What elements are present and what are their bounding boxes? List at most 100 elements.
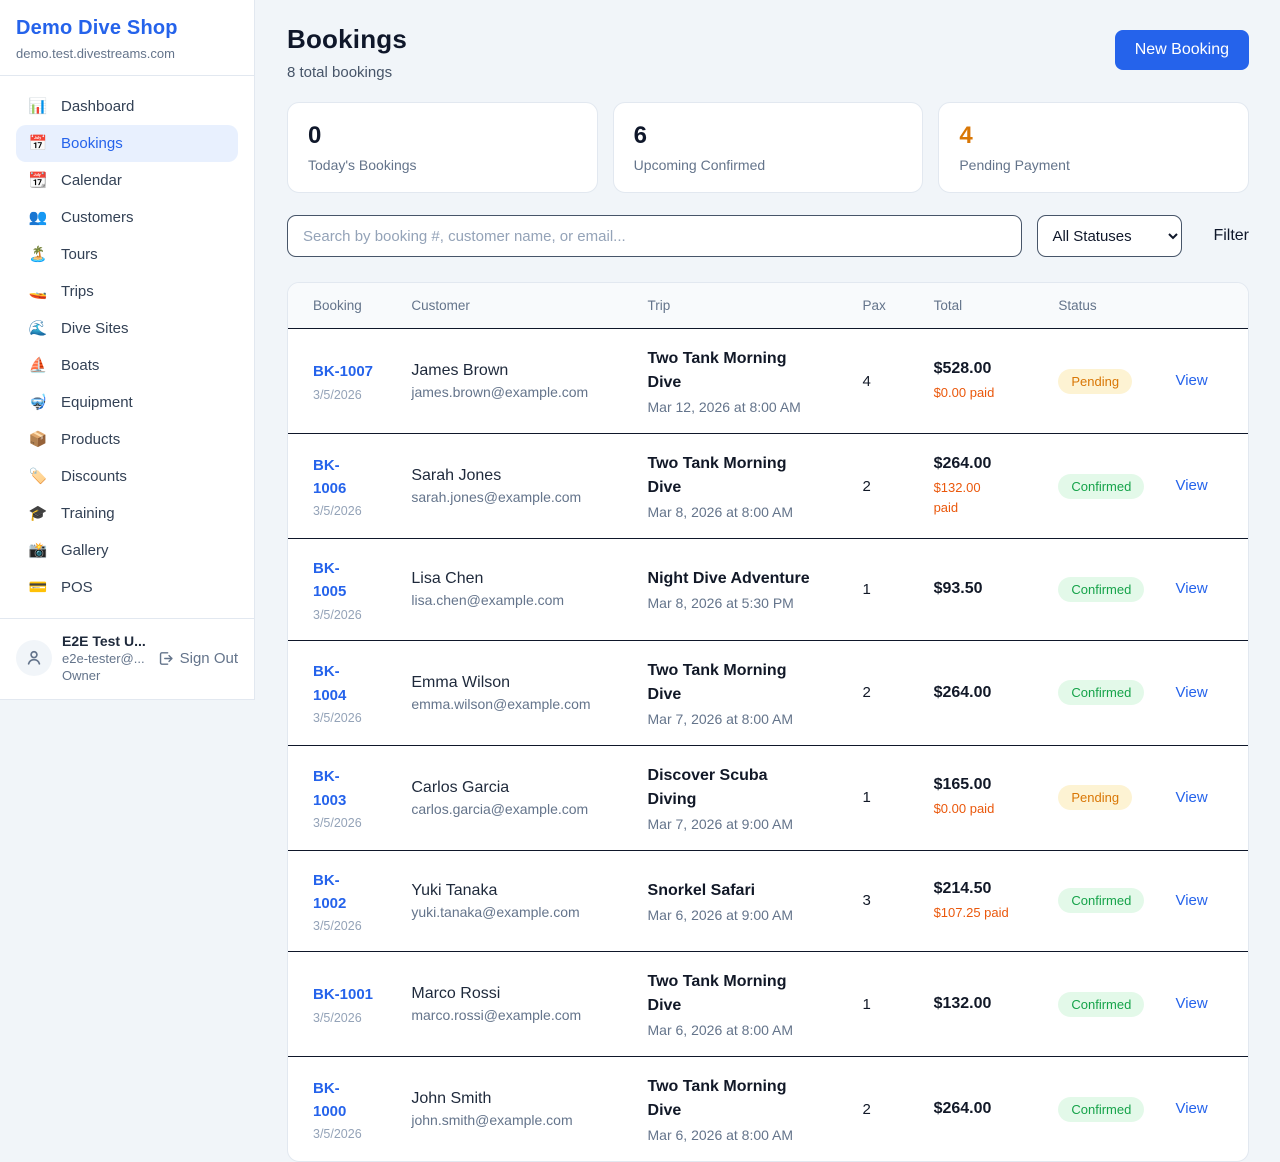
filter-controls: All Statuses Filter [287, 215, 1249, 257]
trips-icon: 🚤 [28, 284, 48, 299]
view-link[interactable]: View [1175, 995, 1207, 1012]
sidebar-nav: 📊 Dashboard 📅 Bookings 📆 Calendar 👥 Cust… [0, 76, 254, 618]
view-link[interactable]: View [1175, 684, 1207, 701]
filter-button[interactable]: Filter [1213, 227, 1249, 245]
view-link[interactable]: View [1175, 892, 1207, 909]
sidebar-item-pos[interactable]: 💳 POS [16, 569, 238, 606]
customer-email: sarah.jones@example.com [411, 489, 623, 505]
sidebar-item-label: Calendar [61, 172, 122, 189]
pax-count: 2 [851, 1057, 922, 1162]
view-link[interactable]: View [1175, 1100, 1207, 1117]
pos-icon: 💳 [28, 580, 48, 595]
customer-email: james.brown@example.com [411, 384, 623, 400]
booking-link[interactable]: BK- 1006 [313, 454, 387, 501]
customer-email: lisa.chen@example.com [411, 592, 623, 608]
total-amount: $165.00 [934, 776, 1035, 794]
status-filter-select[interactable]: All Statuses [1037, 215, 1182, 257]
trip-name: Discover Scuba Diving [648, 764, 839, 812]
pax-count: 1 [851, 539, 922, 641]
sidebar-item-training[interactable]: 🎓 Training [16, 495, 238, 532]
sign-out-button[interactable]: Sign Out [157, 650, 238, 667]
sign-out-label: Sign Out [180, 650, 238, 667]
sidebar-item-equipment[interactable]: 🤿 Equipment [16, 384, 238, 421]
user-name: E2E Test U... [62, 633, 147, 649]
sidebar-item-label: POS [61, 579, 93, 596]
new-booking-button[interactable]: New Booking [1115, 30, 1249, 70]
user-email: e2e-tester@... [62, 651, 147, 666]
trip-datetime: Mar 6, 2026 at 8:00 AM [648, 1127, 839, 1143]
paid-amount: $0.00 paid [934, 383, 1035, 403]
trip-datetime: Mar 7, 2026 at 9:00 AM [648, 816, 839, 832]
total-amount: $264.00 [934, 684, 1035, 702]
sidebar-item-boats[interactable]: ⛵ Boats [16, 347, 238, 384]
booking-date: 3/5/2026 [313, 1127, 387, 1141]
sidebar-item-bookings[interactable]: 📅 Bookings [16, 125, 238, 162]
booking-date: 3/5/2026 [313, 504, 387, 518]
boats-icon: ⛵ [28, 358, 48, 373]
bookings-icon: 📅 [28, 136, 48, 151]
sidebar-item-dashboard[interactable]: 📊 Dashboard [16, 88, 238, 125]
equipment-icon: 🤿 [28, 395, 48, 410]
stat-value: 4 [959, 122, 1228, 150]
booking-link[interactable]: BK-1001 [313, 983, 387, 1006]
sidebar-item-label: Discounts [61, 468, 127, 485]
trip-datetime: Mar 6, 2026 at 9:00 AM [648, 907, 839, 923]
sidebar-item-tours[interactable]: 🏝️ Tours [16, 236, 238, 273]
sidebar-item-calendar[interactable]: 📆 Calendar [16, 162, 238, 199]
booking-date: 3/5/2026 [313, 1011, 387, 1025]
table-row: BK- 1003 3/5/2026 Carlos Garcia carlos.g… [288, 745, 1248, 850]
dive-sites-icon: 🌊 [28, 321, 48, 336]
table-row: BK- 1004 3/5/2026 Emma Wilson emma.wilso… [288, 640, 1248, 745]
booking-link[interactable]: BK- 1005 [313, 557, 387, 604]
view-link[interactable]: View [1175, 789, 1207, 806]
column-header-total: Total [922, 283, 1047, 329]
total-amount: $132.00 [934, 995, 1035, 1013]
booking-link[interactable]: BK- 1004 [313, 660, 387, 707]
customer-name: Sarah Jones [411, 467, 623, 485]
table-row: BK- 1006 3/5/2026 Sarah Jones sarah.jone… [288, 434, 1248, 539]
booking-date: 3/5/2026 [313, 388, 387, 402]
sidebar-item-label: Products [61, 431, 120, 448]
sidebar-item-products[interactable]: 📦 Products [16, 421, 238, 458]
stat-card-upcoming-confirmed: 6 Upcoming Confirmed [613, 102, 924, 193]
booking-link[interactable]: BK- 1003 [313, 765, 387, 812]
view-link[interactable]: View [1175, 372, 1207, 389]
booking-link[interactable]: BK- 1000 [313, 1077, 387, 1124]
booking-link[interactable]: BK- 1002 [313, 869, 387, 916]
pax-count: 1 [851, 952, 922, 1057]
trip-name: Snorkel Safari [648, 879, 839, 903]
sidebar-item-discounts[interactable]: 🏷️ Discounts [16, 458, 238, 495]
customer-name: Yuki Tanaka [411, 882, 623, 900]
sidebar-item-trips[interactable]: 🚤 Trips [16, 273, 238, 310]
view-link[interactable]: View [1175, 580, 1207, 597]
booking-link[interactable]: BK-1007 [313, 360, 387, 383]
stat-label: Pending Payment [959, 157, 1228, 173]
stats-row: 0 Today's Bookings 6 Upcoming Confirmed … [287, 102, 1249, 193]
sidebar-item-label: Customers [61, 209, 134, 226]
search-input[interactable] [287, 215, 1022, 257]
stat-label: Upcoming Confirmed [634, 157, 903, 173]
user-info: E2E Test U... e2e-tester@... Owner [62, 633, 147, 683]
sidebar-item-gallery[interactable]: 📸 Gallery [16, 532, 238, 569]
pax-count: 2 [851, 434, 922, 539]
pax-count: 1 [851, 745, 922, 850]
sidebar-item-label: Boats [61, 357, 99, 374]
page-title: Bookings [287, 24, 407, 55]
customer-email: yuki.tanaka@example.com [411, 904, 623, 920]
status-badge: Confirmed [1058, 1097, 1144, 1122]
booking-date: 3/5/2026 [313, 608, 387, 622]
status-badge: Confirmed [1058, 992, 1144, 1017]
status-badge: Confirmed [1058, 577, 1144, 602]
sidebar-item-customers[interactable]: 👥 Customers [16, 199, 238, 236]
column-header-actions [1163, 283, 1248, 329]
customer-name: Emma Wilson [411, 674, 623, 692]
sidebar-item-label: Equipment [61, 394, 133, 411]
view-link[interactable]: View [1175, 477, 1207, 494]
status-badge: Confirmed [1058, 474, 1144, 499]
pax-count: 2 [851, 640, 922, 745]
tours-icon: 🏝️ [28, 247, 48, 262]
sidebar-item-label: Training [61, 505, 115, 522]
total-amount: $264.00 [934, 455, 1035, 473]
sidebar-item-dive-sites[interactable]: 🌊 Dive Sites [16, 310, 238, 347]
trip-datetime: Mar 8, 2026 at 8:00 AM [648, 504, 839, 520]
